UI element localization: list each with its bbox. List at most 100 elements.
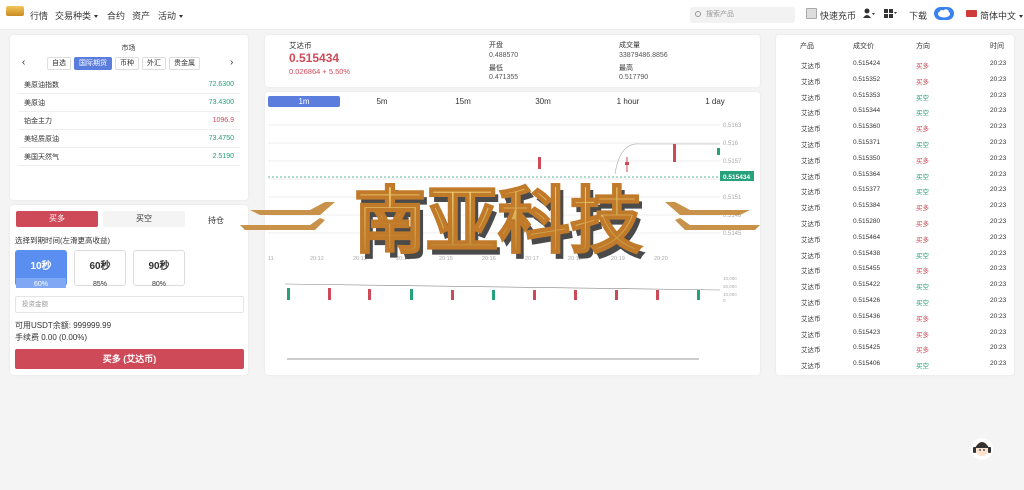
duration-option[interactable]: 60秒 85%	[74, 250, 126, 288]
volume-tick: 20,000	[723, 284, 737, 289]
trade-row-price: 0.515353	[853, 91, 881, 99]
market-title: 市场	[121, 45, 136, 52]
trade-row-price: 0.515406	[853, 360, 881, 368]
trade-row-time: 20:23	[990, 281, 1007, 289]
logo[interactable]	[6, 6, 24, 16]
trade-row-direction: 买多	[916, 331, 929, 339]
buy-long-tab[interactable]: 买多	[16, 211, 98, 227]
language-select[interactable]: 简体中文	[980, 9, 1024, 22]
duration-option[interactable]: 90秒 80%	[133, 250, 185, 288]
trade-row-direction: 买多	[916, 126, 929, 134]
trade-row-direction: 买多	[916, 315, 929, 323]
user-icon[interactable]	[863, 8, 875, 20]
period-5m[interactable]: 5m	[362, 96, 402, 107]
volume-label: 成交量	[619, 42, 640, 49]
search-input[interactable]: 搜索产品	[690, 7, 795, 23]
market-row[interactable]: 美国天然气 2.5190	[18, 148, 240, 166]
high-value: 0.517790	[619, 74, 649, 81]
price-tick: 0.516	[723, 141, 739, 147]
nav-item-trade-types[interactable]: 交易种类	[55, 9, 99, 22]
trade-row-price: 0.515371	[853, 139, 881, 146]
nav-item-trade-types-label: 交易种类	[55, 11, 92, 21]
market-row[interactable]: 铂金主力 1096.9	[18, 112, 240, 130]
trade-row-product: 艾达币	[801, 315, 821, 323]
positions-tab[interactable]: 持仓	[208, 215, 224, 226]
trade-row-direction: 买空	[916, 189, 929, 197]
trade-row-price: 0.515384	[853, 202, 881, 210]
trade-row-product: 艾达币	[801, 331, 821, 339]
trade-row-time: 20:23	[990, 328, 1007, 336]
trade-row-price: 0.515425	[853, 344, 881, 352]
period-30m[interactable]: 30m	[523, 96, 563, 107]
trade-row-price: 0.515364	[853, 170, 881, 178]
tab-favorites[interactable]: 自选	[47, 57, 71, 70]
open-label: 开盘	[489, 42, 503, 49]
candle	[625, 162, 629, 165]
submit-buy-button[interactable]: 买多 (艾达币)	[15, 349, 244, 369]
trade-row-time: 20:23	[990, 107, 1007, 115]
period-1day[interactable]: 1 day	[695, 96, 735, 107]
price-tick: 0.5157	[723, 159, 742, 165]
trade-row-time: 20:23	[990, 186, 1007, 194]
period-1m[interactable]: 1m	[268, 96, 340, 107]
trade-row-product: 艾达币	[801, 142, 821, 149]
trade-row-price: 0.515422	[853, 281, 881, 289]
trade-row-product: 艾达币	[801, 300, 821, 307]
period-15m[interactable]: 15m	[443, 96, 483, 107]
trade-row-product: 艾达币	[801, 189, 821, 197]
nav-item-market[interactable]: 行情	[30, 9, 48, 22]
tab-crypto[interactable]: 币种	[115, 57, 139, 70]
trade-row-time: 20:23	[990, 233, 1007, 241]
trade-row-direction: 买空	[916, 300, 929, 307]
amount-input[interactable]: 投资金额	[15, 296, 244, 313]
nav-item-activity[interactable]: 活动	[158, 9, 184, 22]
tab-metals[interactable]: 贵金属	[169, 57, 200, 70]
market-row[interactable]: 美轻质原油 73.4750	[18, 130, 240, 148]
duration-option[interactable]: 10秒 60%	[15, 250, 67, 288]
trade-row-direction: 买空	[916, 142, 929, 149]
buy-short-tab[interactable]: 买空	[103, 211, 185, 227]
trade-row-product: 艾达币	[801, 268, 821, 276]
volume-tick: 10,000	[723, 276, 737, 281]
trade-row-time: 20:23	[990, 265, 1007, 273]
trade-row-time: 20:23	[990, 91, 1007, 99]
open-value: 0.488570	[489, 52, 519, 59]
market-row-name: 美轻质原油	[24, 135, 59, 143]
download-link[interactable]: 下载	[909, 9, 927, 22]
quick-recharge-link[interactable]: 快速充币	[820, 9, 856, 22]
chevron-left-icon[interactable]: ‹	[22, 57, 25, 68]
tab-intl-futures[interactable]: 国际期货	[74, 57, 112, 70]
ticker-change: 0.026864 + 5.50%	[289, 67, 351, 76]
trade-row-direction: 买空	[916, 173, 929, 181]
trade-row-time: 20:23	[990, 297, 1007, 304]
nav-item-assets[interactable]: 资产	[132, 9, 150, 22]
market-row[interactable]: 美原油指数 72.6300	[18, 76, 240, 94]
trade-row-price: 0.515455	[853, 265, 881, 273]
trade-row-time: 20:23	[990, 249, 1007, 257]
trades-header-time: 时间	[990, 43, 1004, 50]
cloud-icon[interactable]	[934, 7, 954, 20]
nav-item-activity-label: 活动	[158, 11, 177, 21]
period-1hour[interactable]: 1 hour	[608, 96, 648, 107]
grid-icon[interactable]	[884, 9, 898, 20]
trade-row-product: 艾达币	[801, 363, 821, 371]
market-row-value: 73.4300	[208, 99, 234, 106]
trade-row-product: 艾达币	[801, 126, 821, 134]
search-placeholder: 搜索产品	[706, 11, 734, 18]
trade-row-direction: 买多	[916, 268, 929, 276]
support-avatar[interactable]	[970, 437, 994, 461]
tab-forex[interactable]: 外汇	[142, 57, 166, 70]
trade-row-product: 艾达币	[801, 94, 821, 102]
volume-value: 33879486.8856	[619, 52, 668, 59]
trade-row-product: 艾达币	[801, 347, 821, 355]
flag-icon	[966, 10, 977, 17]
chevron-right-icon[interactable]: ›	[230, 57, 233, 68]
nav-item-contract[interactable]: 合约	[107, 9, 125, 22]
market-row-name: 铂金主力	[24, 117, 52, 125]
market-row[interactable]: 美原油 73.4300	[18, 94, 240, 112]
trade-row-time: 20:23	[990, 154, 1007, 162]
low-label: 最低	[489, 65, 503, 72]
search-icon	[695, 11, 701, 17]
trade-row-product: 艾达币	[801, 173, 821, 181]
duration-pct: 60%	[16, 278, 66, 288]
